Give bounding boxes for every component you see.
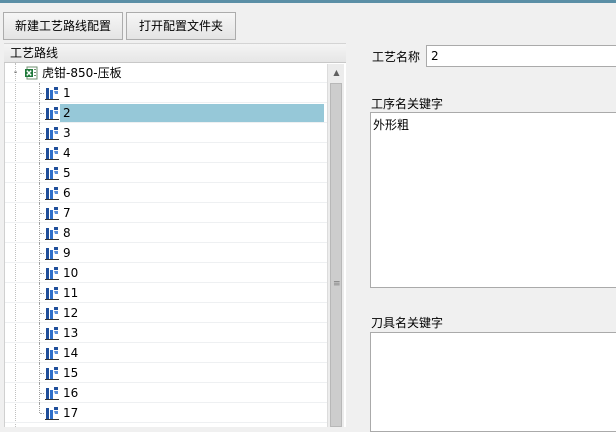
tree-item[interactable]: 5 (5, 163, 327, 183)
tree-item[interactable]: 10 (5, 263, 327, 283)
process-node-icon (45, 107, 59, 120)
process-node-icon (45, 227, 59, 240)
process-node-icon (45, 167, 59, 180)
tree-item[interactable]: 7 (5, 203, 327, 223)
tree-item[interactable]: 3 (5, 123, 327, 143)
tree-item[interactable]: 1 (5, 83, 327, 103)
tree-item[interactable]: 6 (5, 183, 327, 203)
tree-item-label: 17 (63, 406, 79, 420)
tree-item[interactable]: 9 (5, 243, 327, 263)
open-config-folder-button[interactable]: 打开配置文件夹 (126, 12, 236, 40)
tree-item[interactable]: 15 (5, 363, 327, 383)
process-node-icon (45, 127, 59, 140)
tree-item-label: 16 (63, 386, 79, 400)
tree-item[interactable]: 13 (5, 323, 327, 343)
tree-item-label: 9 (63, 246, 71, 260)
tree-item[interactable]: 2 (5, 103, 327, 123)
new-route-config-button[interactable]: 新建工艺路线配置 (3, 12, 123, 40)
tree-item-label: 8 (63, 226, 71, 240)
tree-item-label: 13 (63, 326, 79, 340)
scroll-thumb[interactable]: ≡ (330, 83, 342, 427)
tree-item-label: 3 (63, 126, 71, 140)
tree-item-label: 5 (63, 166, 71, 180)
tree-item[interactable]: 12 (5, 303, 327, 323)
route-detail-panel: 工艺名称 2 工序名关键字 外形粗 刀具名关键字 (350, 43, 616, 432)
route-tree-panel: 工艺路线 - 虎钳-850-压板 1 2 3 4 5 6 7 8 9 10 11 12 13 14 15 16… (0, 43, 346, 427)
process-node-icon (45, 367, 59, 380)
tree-item-label: 1 (63, 86, 71, 100)
process-node-icon (45, 347, 59, 360)
process-name-input[interactable]: 2 (426, 45, 616, 67)
process-node-icon (45, 187, 59, 200)
process-node-icon (45, 407, 59, 420)
tree-item[interactable]: 16 (5, 383, 327, 403)
tree-item[interactable]: 8 (5, 223, 327, 243)
process-node-icon (45, 207, 59, 220)
tree-item-label: 14 (63, 346, 79, 360)
tree-connector-line (39, 403, 40, 413)
scroll-up-arrow-icon[interactable]: ▲ (328, 64, 345, 81)
tool-keyword-label: 刀具名关键字 (371, 316, 444, 330)
process-name-label: 工艺名称 (372, 50, 421, 64)
tree-item[interactable]: 4 (5, 143, 327, 163)
route-tree[interactable]: - 虎钳-850-压板 1 2 3 4 5 6 7 8 9 10 11 12 13 14 15 16 17 (4, 63, 346, 427)
toolbar: 新建工艺路线配置 打开配置文件夹 (0, 3, 616, 43)
tree-item[interactable]: 14 (5, 343, 327, 363)
process-node-icon (45, 147, 59, 160)
operation-keyword-textarea[interactable]: 外形粗 (370, 112, 616, 288)
process-node-icon (45, 247, 59, 260)
tree-item-label: 12 (63, 306, 79, 320)
tree-column-header: 工艺路线 (4, 43, 346, 63)
excel-file-icon (25, 66, 38, 80)
tree-item-label: 4 (63, 146, 71, 160)
tree-item[interactable]: 11 (5, 283, 327, 303)
tree-item-label: 10 (63, 266, 79, 280)
process-node-icon (45, 267, 59, 280)
tree-item-label: 7 (63, 206, 71, 220)
collapse-icon[interactable]: - (11, 68, 20, 78)
tree-item-label: 6 (63, 186, 71, 200)
process-node-icon (45, 87, 59, 100)
process-node-icon (45, 287, 59, 300)
tree-root-row[interactable]: - 虎钳-850-压板 (5, 63, 327, 83)
tree-item-label: 2 (60, 104, 324, 122)
tree-item[interactable]: 17 (5, 403, 327, 423)
process-node-icon (45, 327, 59, 340)
tree-item-label: 11 (63, 286, 79, 300)
process-node-icon (45, 387, 59, 400)
process-node-icon (45, 307, 59, 320)
tree-item-label: 15 (63, 366, 79, 380)
tree-vertical-scrollbar[interactable]: ▲ ≡ (327, 64, 344, 427)
grip-icon: ≡ (333, 279, 341, 289)
operation-keyword-label: 工序名关键字 (371, 97, 444, 111)
tree-root-label: 虎钳-850-压板 (42, 66, 122, 80)
tool-keyword-textarea[interactable] (370, 332, 616, 432)
